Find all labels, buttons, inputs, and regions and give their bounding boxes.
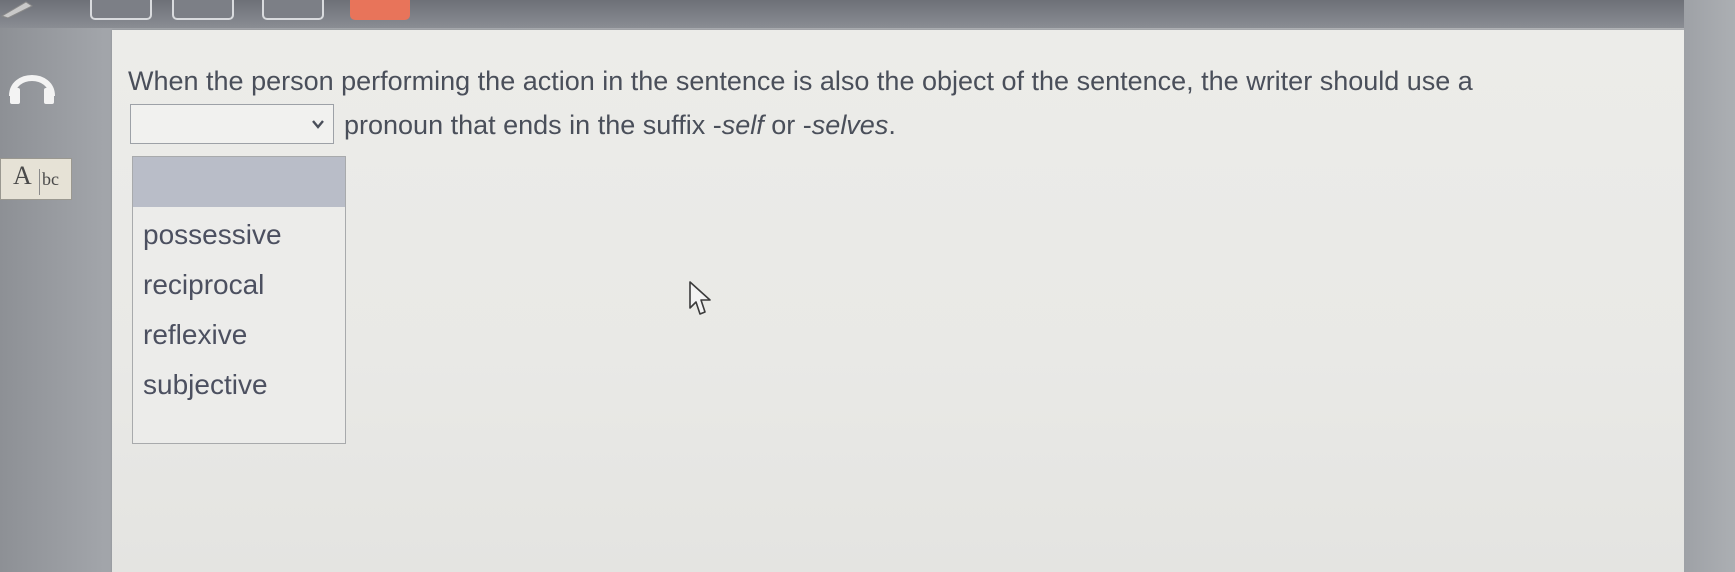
- suffix-selves: selves: [811, 110, 889, 140]
- headphones-icon[interactable]: [6, 62, 58, 106]
- toolbar-tab-2[interactable]: [172, 0, 234, 20]
- option-reciprocal[interactable]: reciprocal: [143, 269, 264, 301]
- screen-bezel-right: [1684, 0, 1735, 572]
- option-possessive[interactable]: possessive: [143, 219, 282, 251]
- abc-icon-letters-bc: bc: [39, 169, 67, 195]
- dropdown-empty-option[interactable]: [133, 157, 345, 207]
- question-line2-prefix: pronoun that ends in the suffix -: [344, 110, 722, 140]
- toolbar-tab-active[interactable]: [350, 0, 410, 20]
- top-toolbar: [0, 0, 1735, 28]
- option-reflexive[interactable]: reflexive: [143, 319, 247, 351]
- question-text-line1: When the person performing the action in…: [128, 66, 1473, 96]
- question-panel: When the person performing the action in…: [112, 30, 1684, 572]
- mouse-cursor-icon: [689, 281, 711, 315]
- pencil-icon[interactable]: [0, 0, 34, 18]
- pronoun-type-select[interactable]: [130, 104, 334, 144]
- question-text-line2: pronoun that ends in the suffix -self or…: [344, 110, 896, 141]
- question-line2-end: .: [888, 110, 896, 140]
- toolbar-tab-3[interactable]: [262, 0, 324, 20]
- pronoun-dropdown-list[interactable]: possessive reciprocal reflexive subjecti…: [132, 156, 346, 444]
- question-line2-mid: or -: [763, 110, 812, 140]
- suffix-self: self: [721, 110, 764, 140]
- toolbar-tab-1[interactable]: [90, 0, 152, 20]
- abc-tool-icon[interactable]: A bc: [0, 158, 72, 200]
- option-subjective[interactable]: subjective: [143, 369, 268, 401]
- chevron-down-icon: [312, 120, 324, 129]
- abc-icon-letter-a: A: [13, 161, 32, 190]
